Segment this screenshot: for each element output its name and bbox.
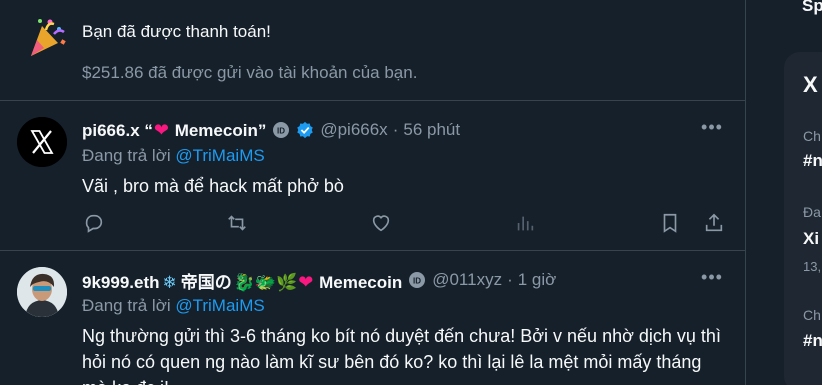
avatar[interactable] [17, 117, 67, 167]
timeline: Bạn đã được thanh toán! $251.86 đã được … [0, 0, 746, 385]
repost-icon[interactable] [225, 211, 249, 235]
notification-title: Bạn đã được thanh toán! [82, 22, 271, 41]
reply-handle-link[interactable]: @TriMaiMS [175, 146, 264, 165]
svg-text:ID: ID [413, 277, 421, 286]
tweet[interactable]: 9k999.eth ❄ 帝国の 🐉🐲🌿❤ Memecoin ID @011xyz · … [0, 251, 745, 385]
trend-item[interactable]: Xi [803, 229, 819, 249]
right-sidebar: Sp X Ch #n Đa Xi 13, Ch #n [746, 0, 822, 385]
svg-text:ID: ID [277, 127, 285, 136]
timestamp[interactable]: 1 giờ [518, 270, 557, 290]
tweet-header: pi666.x “❤ Memecoin” ID @pi666x · 56 phú… [82, 118, 460, 142]
snowflake-icon: ❄ [162, 272, 177, 292]
share-icon[interactable] [702, 211, 726, 235]
sidebar-top-text: Sp [802, 0, 822, 15]
trend-category: Đa [803, 204, 821, 220]
heart-icon: ❤ [298, 271, 314, 292]
party-popper-icon [28, 16, 68, 60]
x-logo-icon [17, 117, 67, 167]
display-name[interactable]: pi666.x “❤ Memecoin” [82, 120, 266, 141]
id-badge-icon: ID [408, 271, 426, 289]
user-handle[interactable]: @pi666x [320, 120, 387, 140]
reply-icon[interactable] [82, 211, 106, 235]
emoji-icons: 🐉🐲🌿 [233, 272, 298, 292]
bookmark-icon[interactable] [658, 211, 682, 235]
separator: · [392, 120, 399, 139]
timestamp[interactable]: 56 phút [403, 120, 460, 140]
trends-card: X Ch #n Đa Xi 13, Ch #n [784, 52, 822, 385]
separator: · [507, 270, 513, 289]
replying-to: Đang trả lời @TriMaiMS [82, 296, 265, 315]
notification-subtitle: $251.86 đã được gửi vào tài khoản của bạ… [82, 63, 418, 82]
trend-category: Ch [803, 307, 821, 323]
avatar[interactable] [17, 267, 67, 317]
tweet-text: Ng thường gửi thì 3-6 tháng ko bít nó du… [82, 326, 721, 385]
tweet-actions [82, 211, 723, 235]
id-badge-icon: ID [272, 121, 290, 139]
tweet[interactable]: pi666.x “❤ Memecoin” ID @pi666x · 56 phú… [0, 101, 745, 251]
reply-handle-link[interactable]: @TriMaiMS [175, 296, 264, 315]
trends-card-title: X [803, 72, 818, 97]
trend-category: Ch [803, 128, 821, 144]
more-icon[interactable]: ••• [699, 115, 725, 139]
like-icon[interactable] [369, 211, 393, 235]
views-icon[interactable] [513, 211, 537, 235]
tweet-header: 9k999.eth ❄ 帝国の 🐉🐲🌿❤ Memecoin ID @011xyz · … [82, 268, 556, 292]
user-handle[interactable]: @011xyz [432, 270, 502, 290]
verified-icon [296, 121, 314, 139]
payment-notification[interactable]: Bạn đã được thanh toán! $251.86 đã được … [0, 0, 745, 101]
trend-count: 13, [803, 259, 822, 274]
replying-to: Đang trả lời @TriMaiMS [82, 146, 265, 165]
more-icon[interactable]: ••• [699, 265, 725, 289]
display-name[interactable]: 9k999.eth ❄ 帝国の 🐉🐲🌿❤ Memecoin [82, 268, 402, 293]
trend-item[interactable]: #n [803, 331, 822, 351]
tweet-text: Vãi , bro mà để hack mất phở bò [82, 176, 344, 196]
heart-icon: ❤ [153, 119, 169, 140]
trend-item[interactable]: #n [803, 151, 822, 171]
